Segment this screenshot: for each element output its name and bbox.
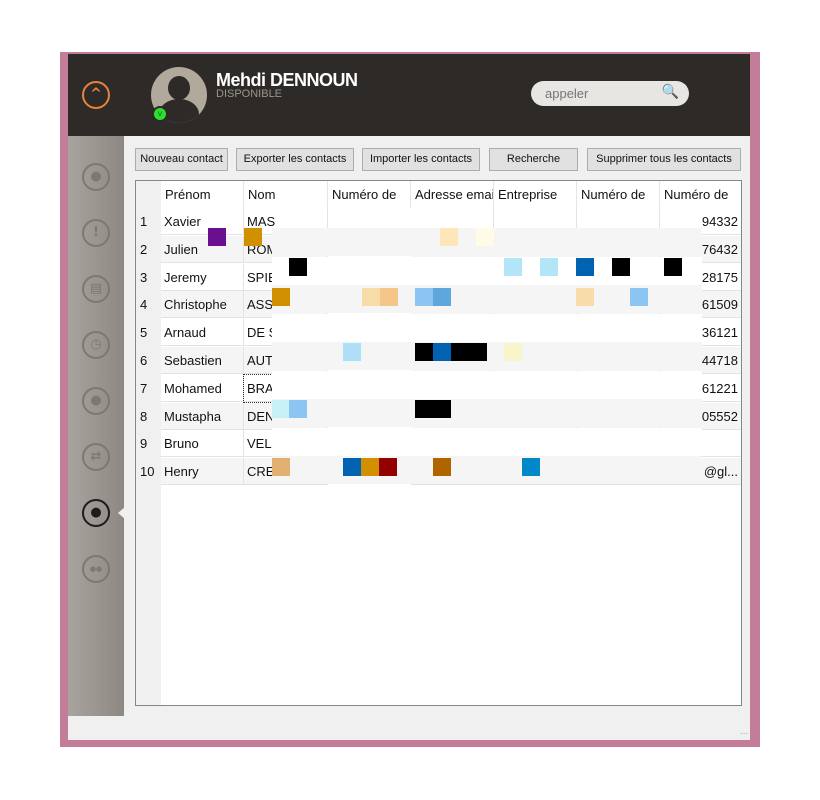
cell-prenom[interactable]: Mustapha <box>161 402 244 430</box>
app-window: ^ v Mehdi DENNOUN DISPONIBLE 🔍 ●!▤◷●⇄●●●… <box>68 54 750 740</box>
redaction-block <box>433 458 451 476</box>
search-icon[interactable]: 🔍 <box>662 84 679 100</box>
row-number: 4 <box>136 291 161 319</box>
group-icon[interactable]: ●● <box>82 555 110 583</box>
row-number: 1 <box>136 208 161 235</box>
column-header[interactable]: Adresse email <box>411 181 494 208</box>
redaction-block <box>576 258 594 276</box>
redaction-block <box>540 258 558 276</box>
search-button[interactable]: Recherche <box>489 148 578 171</box>
redaction-block <box>289 400 307 418</box>
redaction-block <box>469 343 487 361</box>
redaction-block <box>272 400 290 418</box>
redaction-block <box>272 458 290 476</box>
sidebar: ●! ▤ ◷ ● ⇄ ● ●● <box>68 136 125 716</box>
user-icon[interactable]: ● <box>82 387 110 415</box>
redaction-block <box>522 458 540 476</box>
redaction-block <box>476 228 494 246</box>
status-online-icon[interactable]: v <box>152 106 168 122</box>
redaction-block <box>612 258 630 276</box>
cell-prenom[interactable]: Bruno <box>161 430 244 458</box>
row-number: 2 <box>136 235 161 263</box>
redaction-block <box>504 258 522 276</box>
row-number: 9 <box>136 430 161 458</box>
active-indicator <box>118 507 125 519</box>
cell-prenom[interactable]: Sebastien <box>161 347 244 374</box>
row-number: 3 <box>136 263 161 291</box>
header: ^ v Mehdi DENNOUN DISPONIBLE 🔍 <box>68 54 750 136</box>
redaction-block <box>244 228 262 246</box>
new-contact-button[interactable]: Nouveau contact <box>135 148 228 171</box>
redaction-block <box>433 400 451 418</box>
redaction-block <box>380 288 398 306</box>
cell-prenom[interactable]: Julien <box>161 235 244 263</box>
redaction-block <box>289 258 307 276</box>
export-contacts-button[interactable]: Exporter les contacts <box>236 148 354 171</box>
redaction-block <box>362 288 380 306</box>
column-header[interactable]: Numéro de <box>328 181 411 208</box>
redaction-block <box>415 288 433 306</box>
redaction-block <box>379 458 397 476</box>
column-header[interactable]: Prénom <box>161 181 244 208</box>
redaction-block <box>361 458 379 476</box>
transfer-icon[interactable]: ⇄ <box>82 443 110 471</box>
redaction-block <box>440 228 458 246</box>
row-number: 10 <box>136 458 161 486</box>
redaction-block <box>208 228 226 246</box>
contact-icon[interactable]: ● <box>82 163 110 191</box>
alert-icon[interactable]: ! <box>82 219 110 247</box>
redaction-block <box>272 288 290 306</box>
collapse-up-icon[interactable]: ^ <box>82 81 110 109</box>
redaction-block <box>343 343 361 361</box>
row-number: 6 <box>136 347 161 374</box>
call-input[interactable] <box>545 85 655 102</box>
column-header[interactable]: Numéro de <box>660 181 741 208</box>
redaction-block <box>433 343 451 361</box>
row-number: 8 <box>136 402 161 430</box>
row-number: 5 <box>136 319 161 347</box>
redaction-block <box>504 343 522 361</box>
column-header[interactable]: Nom <box>244 181 328 208</box>
redaction-block <box>415 400 433 418</box>
column-header[interactable]: Entreprise <box>494 181 577 208</box>
cell-prenom[interactable]: Arnaud <box>161 319 244 347</box>
redaction-block <box>343 458 361 476</box>
cell-prenom[interactable]: Henry <box>161 458 244 486</box>
redaction-overlay <box>208 228 702 485</box>
user-status: DISPONIBLE <box>216 88 283 100</box>
redaction-block <box>630 288 648 306</box>
resize-grip[interactable]: ⋯ <box>740 729 748 738</box>
cell-prenom[interactable]: Xavier <box>161 208 244 235</box>
printer-icon[interactable]: ▤ <box>82 275 110 303</box>
delete-all-contacts-button[interactable]: Supprimer tous les contacts <box>587 148 741 171</box>
contacts-table: Prénom Nom Numéro de Adresse email Entrepris… <box>135 180 742 706</box>
redaction-block <box>451 343 469 361</box>
cell-prenom[interactable]: Jeremy <box>161 263 244 291</box>
redaction-block <box>415 343 433 361</box>
row-number: 7 <box>136 374 161 402</box>
redaction-block <box>433 288 451 306</box>
call-search: 🔍 <box>531 81 689 106</box>
clock-icon[interactable]: ◷ <box>82 331 110 359</box>
redaction-block <box>664 258 682 276</box>
redaction-block <box>576 288 594 306</box>
import-contacts-button[interactable]: Importer les contacts <box>362 148 480 171</box>
cell-prenom[interactable]: Mohamed <box>161 374 244 402</box>
contacts-active-icon[interactable]: ● <box>82 499 110 527</box>
cell-prenom[interactable]: Christophe <box>161 291 244 319</box>
column-header[interactable]: Numéro de <box>577 181 660 208</box>
